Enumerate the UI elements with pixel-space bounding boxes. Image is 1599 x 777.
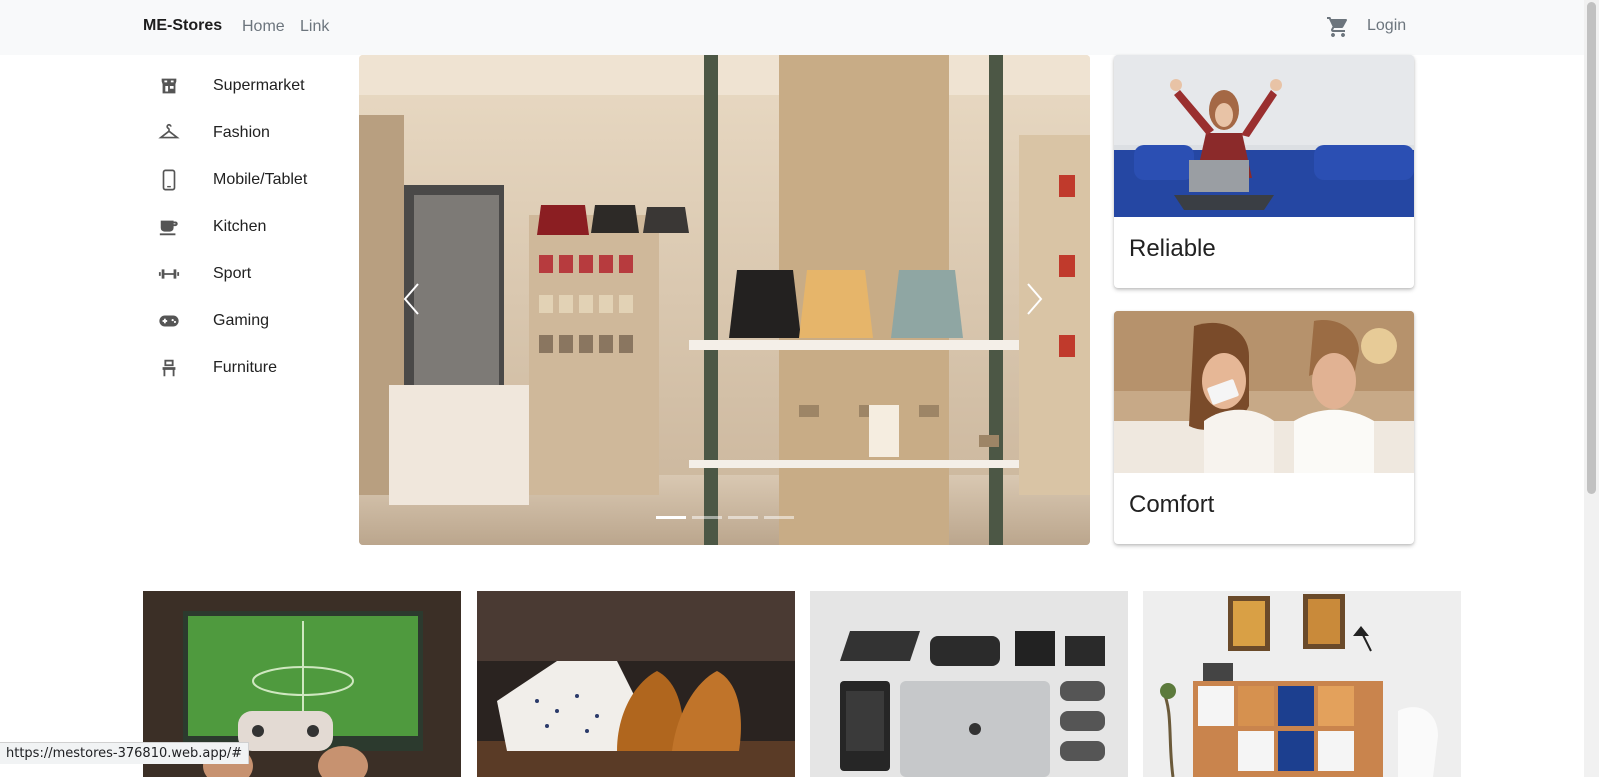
shirts-shoes-image [477,591,795,777]
carousel-indicator[interactable] [728,516,758,519]
hero-carousel[interactable] [359,55,1090,545]
nav-link-link[interactable]: Link [300,18,329,36]
sidebar-item-label: Gaming [213,312,270,329]
feature-title: Comfort [1129,491,1215,518]
sidebar-item-label: Supermarket [213,77,305,94]
top-navbar: ME-Stores Home Link Login [0,0,1584,55]
drone-laptop-image [810,591,1128,777]
feature-title: Reliable [1129,235,1216,262]
chevron-left-icon[interactable] [402,282,422,316]
carousel-indicator[interactable] [692,516,722,519]
happy-man-laptop-image [1114,55,1414,217]
login-link[interactable]: Login [1367,17,1406,35]
sidebar-item-fashion[interactable]: Fashion [143,110,343,157]
shopping-cart-icon[interactable] [1326,15,1350,39]
feature-card-comfort: Comfort [1114,311,1414,544]
sidebar-item-label: Furniture [213,359,278,376]
dumbbell-icon [158,269,180,279]
sidebar-item-label: Mobile/Tablet [213,171,308,188]
scrollbar-thumb[interactable] [1587,2,1596,494]
category-tile-fashion[interactable] [477,591,795,777]
carousel-indicator[interactable] [764,516,794,519]
category-sidebar: Supermarket Fashion Mobile/Tablet Kitche… [143,63,343,392]
nav-link-home[interactable]: Home [242,18,285,36]
chair-icon [162,359,176,377]
sidebar-item-label: Fashion [213,124,270,141]
browser-status-url: https://mestores-376810.web.app/# [0,742,250,764]
sidebar-item-sport[interactable]: Sport [143,251,343,298]
sidebar-item-mobile-tablet[interactable]: Mobile/Tablet [143,157,343,204]
sidebar-item-gaming[interactable]: Gaming [143,298,343,345]
coffee-cup-icon [159,220,178,236]
category-tile-electronics[interactable] [810,591,1128,777]
sidebar-item-label: Sport [213,265,252,282]
sidebar-item-supermarket[interactable]: Supermarket [143,63,343,110]
chevron-right-icon[interactable] [1024,282,1044,316]
store-icon [161,78,177,94]
living-room-furniture-image [1143,591,1461,777]
gamepad-icon [159,315,179,327]
brand-logo[interactable]: ME-Stores [143,17,222,35]
sidebar-item-kitchen[interactable]: Kitchen [143,204,343,251]
carousel-indicator[interactable] [656,516,686,519]
couple-credit-card-image [1114,311,1414,473]
store-interior-image [359,55,1090,545]
feature-card-reliable: Reliable [1114,55,1414,288]
smartphone-icon [162,169,176,191]
page-scrollbar[interactable] [1584,0,1599,777]
carousel-indicators [656,516,794,519]
sidebar-item-furniture[interactable]: Furniture [143,345,343,392]
hanger-icon [158,123,180,139]
sidebar-item-label: Kitchen [213,218,267,235]
category-tile-furniture[interactable] [1143,591,1461,777]
